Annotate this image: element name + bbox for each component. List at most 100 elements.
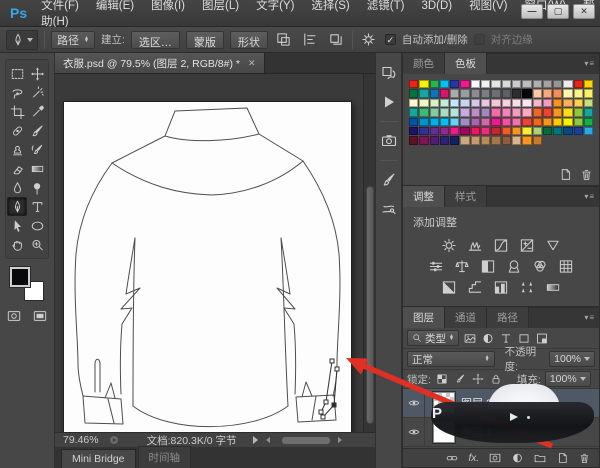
swatch[interactable] [512, 127, 521, 135]
swatch[interactable] [471, 118, 480, 126]
swatch[interactable] [553, 89, 562, 97]
exposure-icon[interactable] [518, 238, 536, 253]
threshold-icon[interactable] [492, 280, 510, 295]
clone-stamp-tool[interactable] [7, 140, 27, 159]
tab-paths[interactable]: 路径 [487, 307, 529, 328]
swatch[interactable] [563, 89, 572, 97]
swatch[interactable] [440, 127, 449, 135]
invert-icon[interactable] [440, 280, 458, 295]
layer-thumbnail[interactable] [433, 421, 455, 443]
swatch[interactable] [460, 99, 469, 107]
swatch[interactable] [450, 127, 459, 135]
swatch[interactable] [502, 127, 511, 135]
type-tool[interactable] [27, 197, 47, 216]
gear-icon[interactable] [359, 31, 379, 49]
swatch[interactable] [430, 127, 439, 135]
swatch[interactable] [522, 136, 531, 144]
blend-mode-select[interactable]: 正常 ▲▼ [407, 351, 495, 367]
filter-shape-icon[interactable] [517, 331, 531, 345]
foreground-color-swatch[interactable] [10, 267, 30, 287]
swatch[interactable] [450, 118, 459, 126]
swatch[interactable] [522, 118, 531, 126]
close-tab-icon[interactable]: ✕ [248, 58, 256, 69]
add-mask-icon[interactable] [488, 452, 502, 464]
swatch[interactable] [409, 89, 418, 97]
magic-wand-tool[interactable] [27, 83, 47, 102]
screen-mode-icon[interactable] [32, 309, 48, 323]
spot-healing-brush-tool[interactable] [7, 121, 27, 140]
new-layer-icon[interactable] [556, 452, 569, 464]
swatch[interactable] [450, 136, 459, 144]
color-balance-icon[interactable] [453, 259, 471, 274]
swatch[interactable] [533, 89, 542, 97]
swatch[interactable] [574, 80, 583, 88]
swatch[interactable] [533, 80, 542, 88]
swatch[interactable] [512, 89, 521, 97]
swatch[interactable] [430, 108, 439, 116]
swatch[interactable] [574, 99, 583, 107]
make-mask-button[interactable]: 蒙版 [186, 31, 224, 49]
swatch[interactable] [502, 136, 511, 144]
tool-mode-select[interactable]: 路径 ▲▼ [51, 31, 95, 49]
document-tab[interactable]: 衣服.psd @ 79.5% (图层 2, RGB/8#) * ✕ [55, 53, 265, 73]
swatch[interactable] [440, 89, 449, 97]
swatch[interactable] [522, 80, 531, 88]
swatch[interactable] [491, 80, 500, 88]
swatch[interactable] [543, 99, 552, 107]
panel-menu-icon[interactable]: ▾≡ [584, 59, 595, 68]
dodge-tool[interactable] [27, 178, 47, 197]
swatch[interactable] [563, 118, 572, 126]
swatch[interactable] [440, 99, 449, 107]
swatch[interactable] [460, 118, 469, 126]
swatch[interactable] [574, 127, 583, 135]
swatch[interactable] [440, 118, 449, 126]
tab-adjustments[interactable]: 调整 [403, 186, 445, 207]
menu-item[interactable]: 滤镜(T) [367, 0, 405, 12]
swatch[interactable] [481, 127, 490, 135]
swatch[interactable] [502, 108, 511, 116]
swatch[interactable] [502, 89, 511, 97]
scroll-right-icon[interactable] [338, 437, 342, 443]
swatch[interactable] [491, 108, 500, 116]
swatch[interactable] [450, 89, 459, 97]
swatch[interactable] [460, 136, 469, 144]
swatch[interactable] [522, 99, 531, 107]
swatch[interactable] [460, 80, 469, 88]
lasso-tool[interactable] [7, 83, 27, 102]
swatch[interactable] [491, 89, 500, 97]
visibility-eye-icon[interactable] [403, 389, 425, 417]
hand-tool[interactable] [7, 235, 27, 254]
swatch[interactable] [491, 99, 500, 107]
swatch[interactable] [471, 80, 480, 88]
swatch[interactable] [522, 127, 531, 135]
swatch[interactable] [481, 118, 490, 126]
menu-item[interactable]: 图像(I) [151, 0, 185, 12]
maximize-button[interactable]: ▢ [547, 4, 569, 19]
channel-mixer-icon[interactable] [531, 259, 549, 274]
swatch[interactable] [533, 99, 542, 107]
swatch[interactable] [543, 89, 552, 97]
lock-position-icon[interactable] [471, 372, 485, 386]
swatch[interactable] [419, 99, 428, 107]
actions-panel-icon[interactable] [379, 92, 399, 112]
swatch[interactable] [481, 99, 490, 107]
swatch[interactable] [543, 108, 552, 116]
swatch[interactable] [522, 108, 531, 116]
auto-add-checkbox[interactable]: ✓ [385, 34, 396, 45]
swatch[interactable] [460, 127, 469, 135]
swatch[interactable] [543, 127, 552, 135]
swatch[interactable] [584, 89, 593, 97]
swatch[interactable] [553, 80, 562, 88]
layer-row-1[interactable]: 图层 1 [403, 418, 599, 447]
swatch[interactable] [512, 99, 521, 107]
brush-panel-icon[interactable] [379, 170, 399, 190]
swatch[interactable] [512, 108, 521, 116]
minimize-button[interactable]: — [521, 4, 543, 19]
panel-menu-icon[interactable]: ▾≡ [584, 313, 595, 322]
menu-item[interactable]: 视图(V) [469, 0, 507, 12]
photo-filter-icon[interactable] [505, 259, 523, 274]
tab-channels[interactable]: 通道 [445, 307, 487, 328]
visibility-eye-icon[interactable] [403, 418, 425, 446]
vertical-scrollbar-thumb[interactable] [366, 186, 374, 424]
swatch[interactable] [430, 89, 439, 97]
